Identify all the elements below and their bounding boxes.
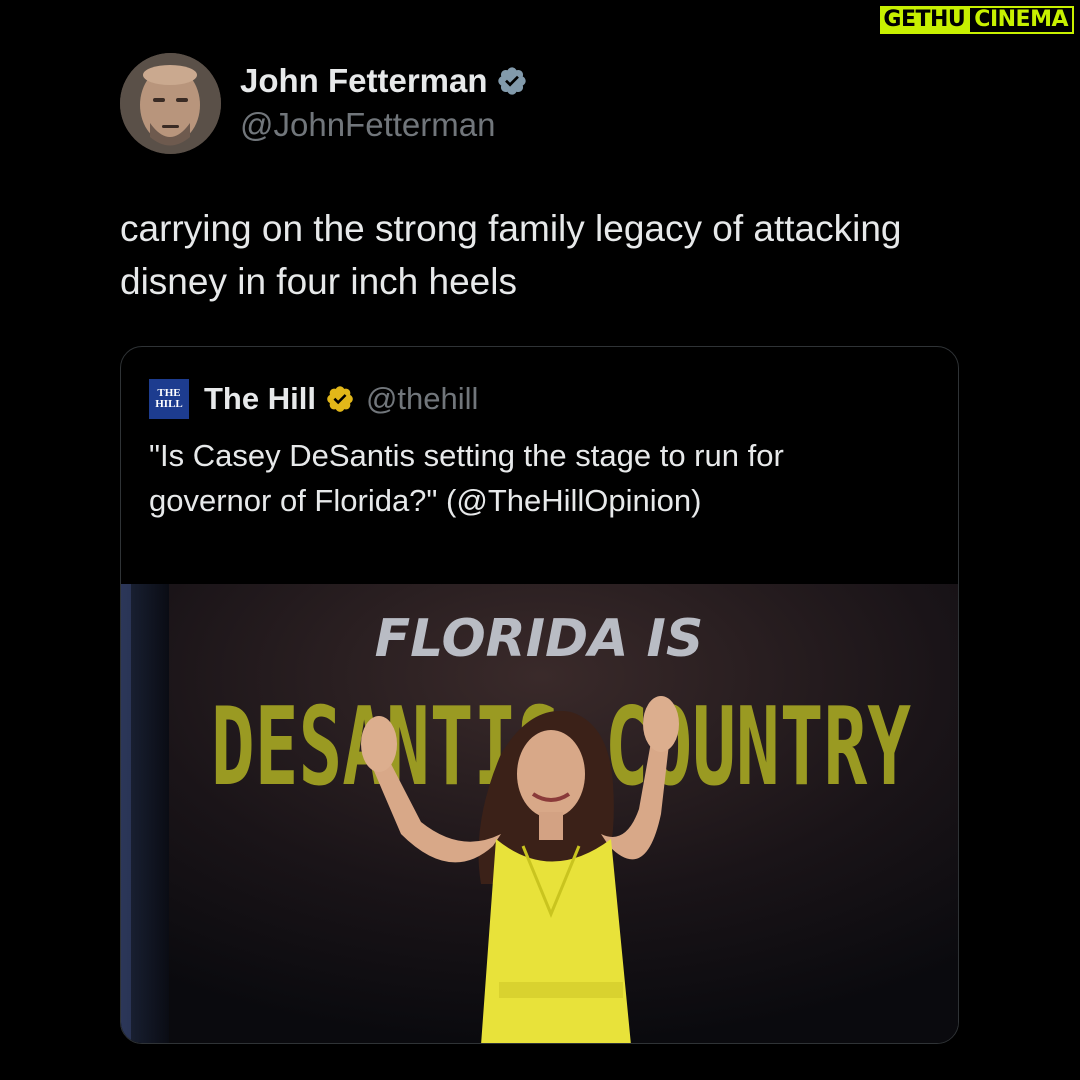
photo-scene: FLORIDA IS DESANTIS COUNTRY bbox=[121, 584, 958, 1043]
avatar[interactable] bbox=[120, 53, 221, 154]
avatar-portrait bbox=[120, 53, 221, 154]
tweet-text: carrying on the strong family legacy of … bbox=[120, 202, 980, 308]
tweet-text-line2: disney in four inch heels bbox=[120, 261, 517, 302]
logo-line2: HILL bbox=[155, 398, 183, 410]
author-handle[interactable]: @JohnFetterman bbox=[240, 106, 528, 144]
quoted-tweet-card[interactable]: THE HILL The Hill @thehill "Is Casey DeS… bbox=[120, 346, 959, 1044]
quoted-tweet-text: "Is Casey DeSantis setting the stage to … bbox=[149, 433, 929, 523]
quoted-text-line1: "Is Casey DeSantis setting the stage to … bbox=[149, 438, 784, 473]
verified-badge-icon bbox=[497, 67, 526, 95]
sign-line1: FLORIDA IS bbox=[375, 609, 704, 669]
quoted-author-handle[interactable]: @thehill bbox=[366, 381, 478, 417]
the-hill-logo[interactable]: THE HILL bbox=[149, 379, 189, 419]
quoted-tweet-header: THE HILL The Hill @thehill bbox=[149, 379, 478, 419]
tweet-author: John Fetterman @JohnFetterman bbox=[240, 62, 528, 144]
quoted-text-line2: governor of Florida?" (@TheHillOpinion) bbox=[149, 483, 702, 518]
gold-verified-badge-icon bbox=[327, 386, 353, 412]
author-name[interactable]: John Fetterman bbox=[240, 62, 488, 100]
watermark-part1: GETHU bbox=[880, 6, 969, 34]
tweet-text-line1: carrying on the strong family legacy of … bbox=[120, 208, 902, 249]
quoted-tweet-photo[interactable]: FLORIDA IS DESANTIS COUNTRY bbox=[121, 584, 958, 1043]
watermark-logo: GETHU CINEMA bbox=[880, 6, 1074, 34]
quoted-author-name[interactable]: The Hill bbox=[204, 381, 316, 417]
watermark-part2: CINEMA bbox=[968, 6, 1074, 34]
